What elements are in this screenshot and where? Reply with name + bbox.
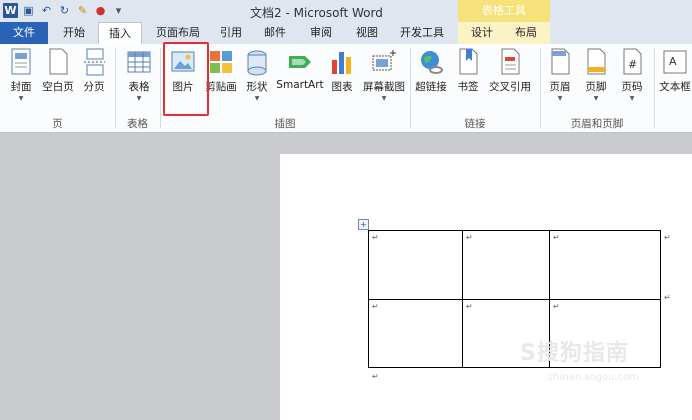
context-tabs: 设计 布局 [458,22,550,44]
table-tools-header: 表格工具 [458,0,550,22]
bookmark-button[interactable]: 书签 [452,48,484,94]
table-cell[interactable]: ↵ [368,298,463,368]
dropdown-arrow-icon: ▼ [18,95,24,102]
tab-review[interactable]: 审阅 [302,22,340,44]
cross-reference-icon [497,48,523,76]
header-icon [547,48,573,76]
quick-access-toolbar: W ▣ ↶ ↻ ✎ ● ▾ [3,3,126,18]
tab-home[interactable]: 开始 [52,22,96,44]
row-end-mark: ↵ [664,233,671,242]
screenshot-icon [371,48,397,76]
tab-layout[interactable]: 布局 [506,22,546,44]
page-break-icon [81,48,107,76]
tab-file[interactable]: 文件 [0,22,48,44]
watermark-url: zhinan.sogou.com [548,372,640,383]
shapes-button[interactable]: 形状 ▼ [242,48,272,102]
page-break-button[interactable]: 分页 [80,48,108,94]
title-bar: W ▣ ↶ ↻ ✎ ● ▾ 文档2 - Microsoft Word [0,0,692,22]
redo-icon[interactable]: ↻ [57,3,72,18]
screenshot-button[interactable]: 屏幕截图 ▼ [360,48,408,102]
tab-mailings[interactable]: 邮件 [256,22,294,44]
table-move-handle-icon[interactable]: + [358,219,369,230]
cover-page-icon [8,48,34,76]
blank-page-button[interactable]: 空白页 [40,48,76,94]
table-cell[interactable]: ↵ [462,230,550,300]
dropdown-arrow-icon: ▼ [136,95,142,102]
bookmark-icon [455,48,481,76]
dropdown-arrow-icon: ▼ [593,95,599,102]
save-icon[interactable]: ▣ [21,3,36,18]
blank-page-icon [45,48,71,76]
paragraph-mark: ↵ [372,372,379,381]
undo-icon[interactable]: ↶ [39,3,54,18]
smartart-button[interactable]: SmartArt [276,48,324,91]
table-cell[interactable]: ↵ [549,230,661,300]
table-cell[interactable]: ↵ [368,230,463,300]
group-label-pages: 页 [52,118,63,130]
tab-developer[interactable]: 开发工具 [394,22,450,44]
group-separator [654,48,655,128]
window-title: 文档2 - Microsoft Word [250,6,383,20]
table-row: ↵ ↵ ↵ [368,230,661,300]
format-painter-icon[interactable]: ✎ [75,3,90,18]
watermark: S搜狗指南 [520,341,629,366]
footer-button[interactable]: 页脚 ▼ [580,48,612,102]
ribbon-tabs: 文件 开始 插入 页面布局 引用 邮件 审阅 视图 开发工具 [0,22,692,45]
footer-icon [583,48,609,76]
tab-insert[interactable]: 插入 [98,22,142,45]
page-number-icon: # [619,48,645,76]
group-label-links: 链接 [464,118,486,130]
dropdown-arrow-icon: ▼ [381,95,387,102]
hyperlink-button[interactable]: 超链接 [414,48,448,94]
page-number-button[interactable]: # 页码 ▼ [616,48,648,102]
smartart-icon [287,48,313,76]
textbox-icon: A [662,48,688,76]
dropdown-arrow-icon: ▼ [254,95,260,102]
cross-reference-button[interactable]: 交叉引用 [486,48,534,94]
chart-button[interactable]: 图表 [328,48,356,94]
tab-references[interactable]: 引用 [212,22,250,44]
tab-page-layout[interactable]: 页面布局 [150,22,206,44]
svg-text:#: # [628,58,637,71]
dropdown-arrow-icon: ▼ [557,95,563,102]
tab-design[interactable]: 设计 [462,22,502,44]
clipart-icon [208,48,234,76]
table-button[interactable]: 表格 ▼ [122,48,156,102]
picture-highlight-box [163,42,209,116]
svg-text:A: A [669,55,677,68]
group-label-illustrations: 插图 [274,118,296,130]
chart-icon [329,48,355,76]
tab-view[interactable]: 视图 [348,22,386,44]
textbox-button[interactable]: A 文本框 [658,48,692,94]
cover-page-button[interactable]: 封面 ▼ [6,48,36,102]
clipart-button[interactable]: 剪贴画 [204,48,238,94]
group-label-header-footer: 页眉和页脚 [570,118,624,130]
table-icon [126,48,152,76]
shapes-icon [244,48,270,76]
header-button[interactable]: 页眉 ▼ [544,48,576,102]
customize-icon[interactable]: ▾ [111,3,126,18]
word-logo-icon: W [3,3,18,18]
color-icon[interactable]: ● [93,3,108,18]
row-end-mark: ↵ [664,293,671,302]
dropdown-arrow-icon: ▼ [629,95,635,102]
group-label-tables: 表格 [127,118,148,130]
globe-link-icon [418,48,444,76]
ribbon: 封面 ▼ 空白页 分页 表格 ▼ 图片 剪贴画 形状 ▼ SmartArt 图表… [0,44,692,133]
